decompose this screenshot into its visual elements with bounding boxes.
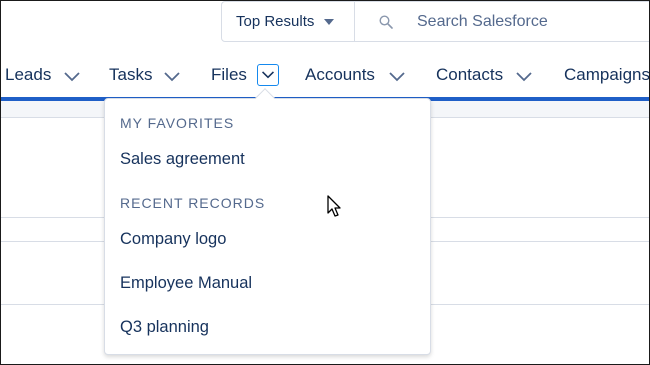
chevron-down-icon[interactable] [515,71,533,83]
chevron-down-icon[interactable] [163,71,181,83]
mouse-pointer-icon [327,195,341,217]
menu-item-q3-planning[interactable]: Q3 planning [105,310,430,344]
nav-item-label: Files [211,65,247,84]
chevron-down-icon [262,71,274,79]
menu-item-company-logo[interactable]: Company logo [105,222,430,256]
nav-item-label: Campaigns [564,65,650,84]
search-scope-label: Top Results [236,13,315,30]
menu-item-label: Employee Manual [120,273,253,292]
search-input[interactable] [417,12,649,31]
nav-item-label: Contacts [436,65,504,84]
nav-item-leads[interactable]: Leads [5,65,51,85]
menu-item-label: Company logo [120,229,227,248]
nav-bar: Leads Tasks Files Accounts Contacts Camp… [1,53,650,97]
chevron-down-icon[interactable] [388,71,406,83]
search-icon [379,14,393,29]
menu-item-sales-agreement[interactable]: Sales agreement [105,142,430,176]
nav-item-campaigns[interactable]: Campaigns [564,65,650,85]
favorites-header: MY FAVORITES [120,115,235,131]
chevron-down-icon[interactable] [63,71,81,83]
nav-item-label: Leads [5,65,52,84]
nav-item-label: Accounts [305,65,375,84]
menu-item-employee-manual[interactable]: Employee Manual [105,266,430,300]
search-field[interactable] [355,2,649,41]
nav-item-contacts[interactable]: Contacts [436,65,503,85]
menu-item-label: Sales agreement [120,149,245,168]
search-scope-dropdown[interactable]: Top Results [222,2,355,41]
caret-down-icon [324,18,335,25]
app-frame: Top Results Leads Tasks Files Accounts [0,0,650,365]
nav-item-files[interactable]: Files [211,65,247,85]
nav-item-accounts[interactable]: Accounts [305,65,375,85]
recent-records-header: RECENT RECORDS [120,195,266,211]
menu-item-label: Q3 planning [120,317,209,336]
nav-item-label: Tasks [109,65,153,84]
global-search-bar: Top Results [221,1,649,42]
nav-item-tasks[interactable]: Tasks [109,65,152,85]
files-menu-toggle[interactable] [257,64,279,86]
files-dropdown-menu: MY FAVORITES Sales agreement RECENT RECO… [104,98,431,355]
